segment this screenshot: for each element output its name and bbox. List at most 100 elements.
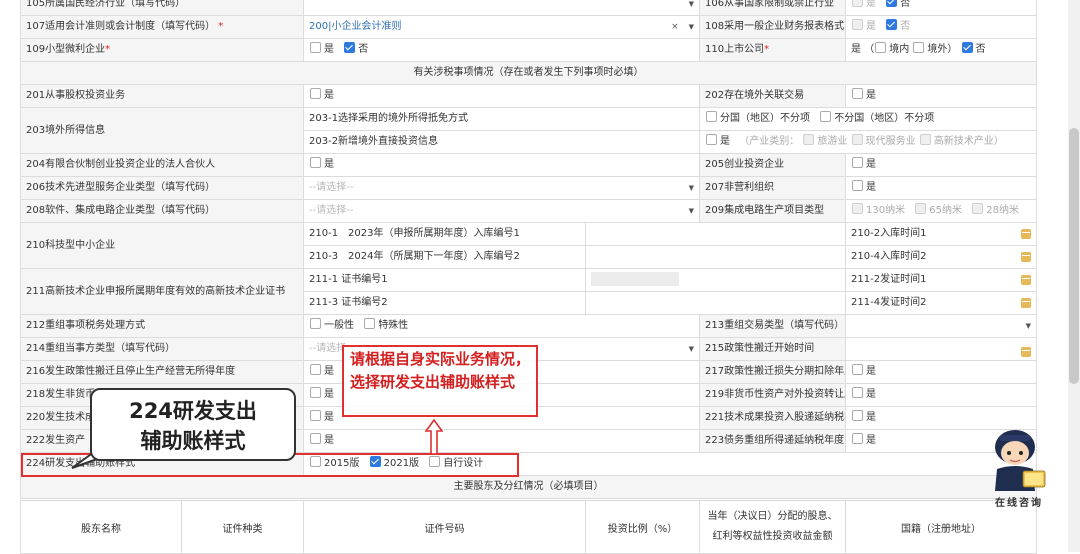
chevron-down-icon: ▼ xyxy=(688,345,695,353)
checkbox-212-general[interactable] xyxy=(310,318,321,329)
online-consult-label[interactable]: 在线咨询 xyxy=(988,494,1050,509)
col-header-id-type: 证件种类 xyxy=(181,500,304,554)
calendar-icon[interactable] xyxy=(1021,275,1032,285)
date-210-4[interactable]: 210-4入库时间2 xyxy=(845,245,1038,269)
checkbox-108-no[interactable] xyxy=(886,19,898,30)
radio-108: 是 否 xyxy=(845,15,1038,39)
checkbox-221-yes[interactable] xyxy=(852,410,864,421)
date-215[interactable] xyxy=(845,337,1038,361)
chevron-down-icon: ▼ xyxy=(688,0,695,8)
row-105: 105所属国民经济行业（填写代码） ▼ 106从事国家限制或禁止行业 是 否 xyxy=(20,0,1038,16)
checkbox-106-yes[interactable] xyxy=(852,0,864,7)
bubble-line-2: 辅助账样式 xyxy=(140,429,246,453)
calendar-icon[interactable] xyxy=(1021,252,1032,262)
label-110: 110上市公司* xyxy=(699,38,847,62)
checkbox-204-yes[interactable] xyxy=(310,157,321,168)
scrollbar-thumb[interactable] xyxy=(1069,128,1079,384)
radio-110: 是 （境内 境外） 否 xyxy=(845,38,1038,62)
clear-icon[interactable]: × xyxy=(671,22,679,32)
col-header-name: 股东名称 xyxy=(20,500,182,554)
calendar-icon[interactable] xyxy=(1021,229,1032,239)
checkbox-203-2-yes[interactable] xyxy=(706,134,718,145)
row-208: 208软件、集成电路企业类型（填写代码） --请选择-- ▼ 209集成电路生产项… xyxy=(20,199,1038,223)
checkbox-industry-hightech[interactable] xyxy=(919,134,931,145)
checkbox-209-130nm[interactable] xyxy=(852,203,864,214)
checkbox-207-yes[interactable] xyxy=(852,180,864,191)
input-211-1[interactable] xyxy=(584,268,847,292)
input-211-3[interactable] xyxy=(584,291,847,315)
label-215: 215政策性搬迁开始时间 xyxy=(699,337,847,361)
checkbox-203-1-opt2[interactable] xyxy=(820,111,832,122)
checkbox-109-no[interactable] xyxy=(344,42,356,53)
row-201: 201从事股权投资业务 是 202存在境外关联交易 是 xyxy=(20,84,1038,108)
label-201: 201从事股权投资业务 xyxy=(20,84,304,108)
checkbox-212-special[interactable] xyxy=(364,318,376,329)
checkbox-205-yes[interactable] xyxy=(852,157,864,168)
label-221: 221技术成果投资入股递延纳税年度 xyxy=(699,406,847,430)
radio-109: 是 否 xyxy=(302,38,701,62)
checkbox-108-yes[interactable] xyxy=(852,19,864,30)
checkbox-209-65nm[interactable] xyxy=(915,203,927,214)
label-211-1: 211-1 证书编号1 xyxy=(303,268,586,292)
label-107: 107适用会计准则或会计制度（填写代码） * xyxy=(20,15,304,39)
checkbox-220-yes[interactable] xyxy=(310,410,321,421)
label-203-1: 203-1选择采用的境外所得抵免方式 xyxy=(302,107,701,131)
checkbox-202-yes[interactable] xyxy=(852,88,864,99)
chevron-down-icon: ▼ xyxy=(1025,322,1032,330)
label-219: 219非货币性资产对外投资转让所得递延纳税年度 xyxy=(699,383,847,407)
label-210-1: 210-1 2023年（申报所属期年度）入库编号1 xyxy=(303,222,586,246)
checkbox-216-yes[interactable] xyxy=(310,364,321,375)
label-202: 202存在境外关联交易 xyxy=(699,84,847,108)
checkbox-201-yes[interactable] xyxy=(310,88,321,99)
row-section-shareholder: 主要股东及分红情况（必填项目） xyxy=(19,475,1038,499)
label-109: 109小型微利企业* xyxy=(20,38,304,62)
select-206[interactable]: --请选择-- ▼ xyxy=(302,176,701,200)
row-210-1: 210科技型中小企业 210-1 2023年（申报所属期年度）入库编号1 210… xyxy=(20,222,1038,269)
date-210-2[interactable]: 210-2入库时间1 xyxy=(845,222,1038,246)
row-109: 109小型微利企业* 是 否 110上市公司* 是 （境内 境外） 否 xyxy=(20,38,1038,62)
col-header-dividend: 当年（决议日）分配的股息、红利等权益性投资收益金额 xyxy=(699,500,846,554)
checkbox-222-yes[interactable] xyxy=(310,433,321,444)
label-208: 208软件、集成电路企业类型（填写代码） xyxy=(20,199,304,223)
label-205: 205创业投资企业 xyxy=(699,153,847,177)
section-title-shareholder: 主要股东及分红情况（必填项目） xyxy=(19,475,1038,499)
label-203-2: 203-2新增境外直接投资信息 xyxy=(302,130,701,154)
checkbox-106-no[interactable] xyxy=(886,0,898,7)
label-106: 106从事国家限制或禁止行业 xyxy=(699,0,847,16)
speech-bubble: 224研发支出 辅助账样式 xyxy=(90,388,296,461)
input-210-1[interactable] xyxy=(584,222,847,246)
date-211-2[interactable]: 211-2发证时间1 xyxy=(845,268,1038,292)
checkbox-110-domestic[interactable] xyxy=(875,42,887,53)
checkbox-109-yes[interactable] xyxy=(310,42,321,53)
checkbox-209-28nm[interactable] xyxy=(972,203,984,214)
date-211-4[interactable]: 211-4发证时间2 xyxy=(845,291,1038,315)
select-213[interactable]: ▼ xyxy=(845,314,1038,338)
label-210: 210科技型中小企业 xyxy=(20,222,304,269)
checkbox-industry-modern-service[interactable] xyxy=(851,134,863,145)
checkbox-219-yes[interactable] xyxy=(852,387,864,398)
calendar-icon[interactable] xyxy=(1021,298,1032,308)
shareholder-table-header: 股东名称 证件种类 证件号码 投资比例（%） 当年（决议日）分配的股息、红利等权… xyxy=(20,500,1037,554)
checkbox-110-no[interactable] xyxy=(961,42,973,53)
section-title-tax: 有关涉税事项情况（存在或者发生下列事项时必填） xyxy=(19,61,1038,85)
checkbox-217-yes[interactable] xyxy=(852,364,864,375)
row-206: 206技术先进型服务企业类型（填写代码） --请选择-- ▼ 207非营利组织 是 xyxy=(20,176,1038,200)
select-105[interactable]: ▼ xyxy=(302,0,701,16)
col-header-id-number: 证件号码 xyxy=(303,500,586,554)
input-210-3[interactable] xyxy=(584,245,847,269)
select-107-accounting-standard[interactable]: 200|小企业会计准则 × ▼ xyxy=(302,15,701,39)
label-108: 108采用一般企业财务报表格式（2019年版） * xyxy=(699,15,847,39)
col-header-ratio: 投资比例（%） xyxy=(585,500,700,554)
select-208[interactable]: --请选择-- ▼ xyxy=(302,199,701,223)
checkbox-110-overseas[interactable] xyxy=(913,42,925,53)
calendar-icon[interactable] xyxy=(1021,347,1032,357)
annotation-callout: 请根据自身实际业务情况，选择研发支出辅助账样式 xyxy=(342,345,538,417)
checkbox-industry-tourism[interactable] xyxy=(803,134,815,145)
row-211-1: 211高新技术企业申报所属期年度有效的高新技术企业证书 211-1 证书编号1 … xyxy=(20,268,1038,315)
checkbox-218-yes[interactable] xyxy=(310,387,321,398)
row-section-tax: 有关涉税事项情况（存在或者发生下列事项时必填） xyxy=(19,61,1038,85)
checkbox-223-yes[interactable] xyxy=(852,433,864,444)
checkbox-203-1-opt1[interactable] xyxy=(706,111,718,122)
row-212: 212重组事项税务处理方式 一般性 特殊性 213重组交易类型（填写代码） ▼ xyxy=(20,314,1038,338)
label-223: 223债务重组所得递延纳税年度 xyxy=(699,429,847,453)
